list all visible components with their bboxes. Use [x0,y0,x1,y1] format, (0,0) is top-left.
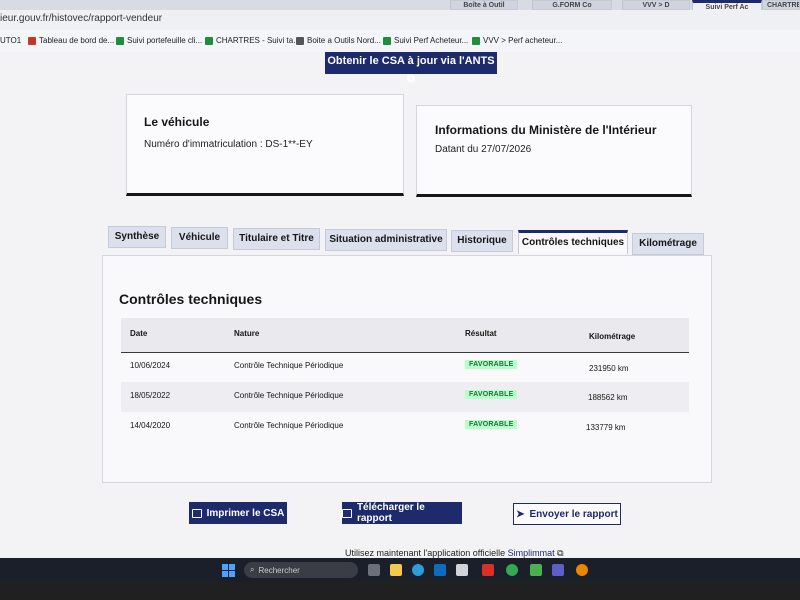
tab-vehicule[interactable]: Véhicule [171,227,228,249]
browser-tab-strip: Boîte à Outil G.FORM Co VVV > D Suivi Pe… [0,0,800,24]
tab-kilometrage[interactable]: Kilométrage [632,233,704,255]
column-header: Date [130,329,148,338]
simplimmat-link[interactable]: Simplimmat [508,548,555,558]
taskbar-search[interactable]: ⌕ Rechercher [244,562,358,578]
edge-icon[interactable] [412,564,424,576]
sheets-icon [116,36,124,45]
bookmark[interactable]: UTO1 [0,36,21,45]
bookmark-label: UTO1 [0,36,22,45]
row-km: 133779 km [586,423,626,432]
url-text[interactable]: ieur.gouv.fr/histovec/rapport-vendeur [0,13,162,24]
bookmark[interactable]: Tableau de bord de... [28,36,114,45]
page-content: Obtenir le CSA à jour via l'ANTS ⧉ Le vé… [0,52,800,558]
column-header: Nature [234,329,260,338]
row-date: 10/06/2024 [130,361,171,370]
bookmark-label: Tableau de bord de... [39,36,115,45]
row-km: 231950 km [589,364,629,373]
taskbar: ⌕ Rechercher [0,558,800,600]
tab-controles-techniques[interactable]: Contrôles techniques [518,230,628,254]
bookmark-icon [296,36,304,45]
tab-historique[interactable]: Historique [451,230,513,252]
table-row: 14/04/2020 Contrôle Technique Périodique… [121,412,689,442]
plate-number: Numéro d'immatriculation : DS-1**-EY [144,139,313,150]
tab-situation-administrative[interactable]: Situation administrative [325,229,447,251]
row-date: 14/04/2020 [130,421,171,430]
address-bar[interactable]: ieur.gouv.fr/histovec/rapport-vendeur [0,10,800,30]
row-nature: Contrôle Technique Périodique [234,421,344,430]
ministry-card: Informations du Ministère de l'Intérieur… [416,105,692,197]
table-header: Date Nature Résultat Kilométrage [121,318,689,353]
ministry-card-title: Informations du Ministère de l'Intérieur [435,123,657,137]
status-badge: FAVORABLE [465,360,518,369]
browser-tab[interactable]: Boîte à Outil [450,0,518,10]
ants-csa-label: Obtenir le CSA à jour via l'ANTS [327,55,495,67]
download-report-button[interactable]: Télécharger le rapport [342,502,462,524]
bookmark[interactable]: Boite a Outils Nord... [296,36,381,45]
download-report-label: Télécharger le rapport [356,502,425,524]
windows-start-icon[interactable] [222,564,236,578]
calendar-icon[interactable] [456,564,468,576]
download-icon [342,508,352,518]
bookmark-label: Suivi portefeuille cli... [127,36,203,45]
bookmark[interactable]: CHARTRES - Suivi ta... [205,36,300,45]
browser-tab[interactable]: VVV > D [622,0,690,10]
status-badge: FAVORABLE [465,420,518,429]
bookmark-label: VVV > Perf acheteur... [483,36,563,45]
printer-icon [191,508,202,518]
outlook-icon[interactable] [434,564,446,576]
status-badge: FAVORABLE [465,390,518,399]
external-link-icon: ⧉ [407,73,415,85]
bookmark-label: CHARTRES - Suivi ta... [216,36,300,45]
table-row: 10/06/2024 Contrôle Technique Périodique… [121,352,689,382]
chrome-icon[interactable] [506,564,518,576]
task-view-icon[interactable] [368,564,380,576]
bookmark-icon [28,36,36,45]
bookmark-label: Suivi Perf Acheteur... [394,36,469,45]
ministry-date: Datant du 27/07/2026 [435,144,532,155]
sheets-icon[interactable] [530,564,542,576]
sheets-icon [472,36,480,45]
bookmark-label: Boite a Outils Nord... [307,36,381,45]
search-icon: ⌕ [250,565,255,574]
taskbar-bar: ⌕ Rechercher [0,558,800,582]
section-title: Contrôles techniques [119,291,263,307]
tab-titulaire[interactable]: Titulaire et Titre [233,228,320,250]
send-report-label: Envoyer le rapport [529,508,618,520]
app-l-icon[interactable] [482,564,494,576]
teams-icon[interactable] [552,564,564,576]
bookmarks-bar: UTO1 Tableau de bord de... Suivi portefe… [0,30,800,53]
search-placeholder: Rechercher [258,565,300,575]
bookmark[interactable]: Suivi Perf Acheteur... [383,36,468,45]
browser-tab[interactable]: CHARTRES [762,0,800,10]
file-explorer-icon[interactable] [390,564,402,576]
print-csa-button[interactable]: Imprimer le CSA [189,502,287,524]
row-nature: Contrôle Technique Périodique [234,391,344,400]
column-header: Kilométrage [589,332,636,341]
external-link-icon: ⧉ [557,548,564,558]
send-icon: ➤ [516,508,525,520]
technical-controls-panel: Contrôles techniques Date Nature Résulta… [102,255,712,483]
print-csa-label: Imprimer le CSA [206,507,285,519]
bookmark[interactable]: Suivi portefeuille cli... [116,36,202,45]
footer-text: Utilisez maintenant l'application offici… [345,548,508,558]
sheets-icon [205,36,213,45]
table-row: 18/05/2022 Contrôle Technique Périodique… [121,382,689,412]
bookmark[interactable]: VVV > Perf acheteur... [472,36,562,45]
row-km: 188562 km [588,393,628,402]
browser-tab[interactable]: G.FORM Co [532,0,612,10]
row-date: 18/05/2022 [130,391,171,400]
tab-synthese[interactable]: Synthèse [108,226,166,248]
ants-csa-button[interactable]: Obtenir le CSA à jour via l'ANTS ⧉ [325,52,497,85]
vehicle-card-title: Le véhicule [144,115,210,129]
vehicle-card: Le véhicule Numéro d'immatriculation : D… [126,94,404,196]
footer-note: Utilisez maintenant l'application offici… [345,548,564,558]
chrome-profile-icon[interactable] [576,564,588,576]
send-report-button[interactable]: ➤ Envoyer le rapport [513,503,621,525]
sheets-icon [383,36,391,45]
column-header: Résultat [465,329,497,338]
row-nature: Contrôle Technique Périodique [234,361,344,370]
